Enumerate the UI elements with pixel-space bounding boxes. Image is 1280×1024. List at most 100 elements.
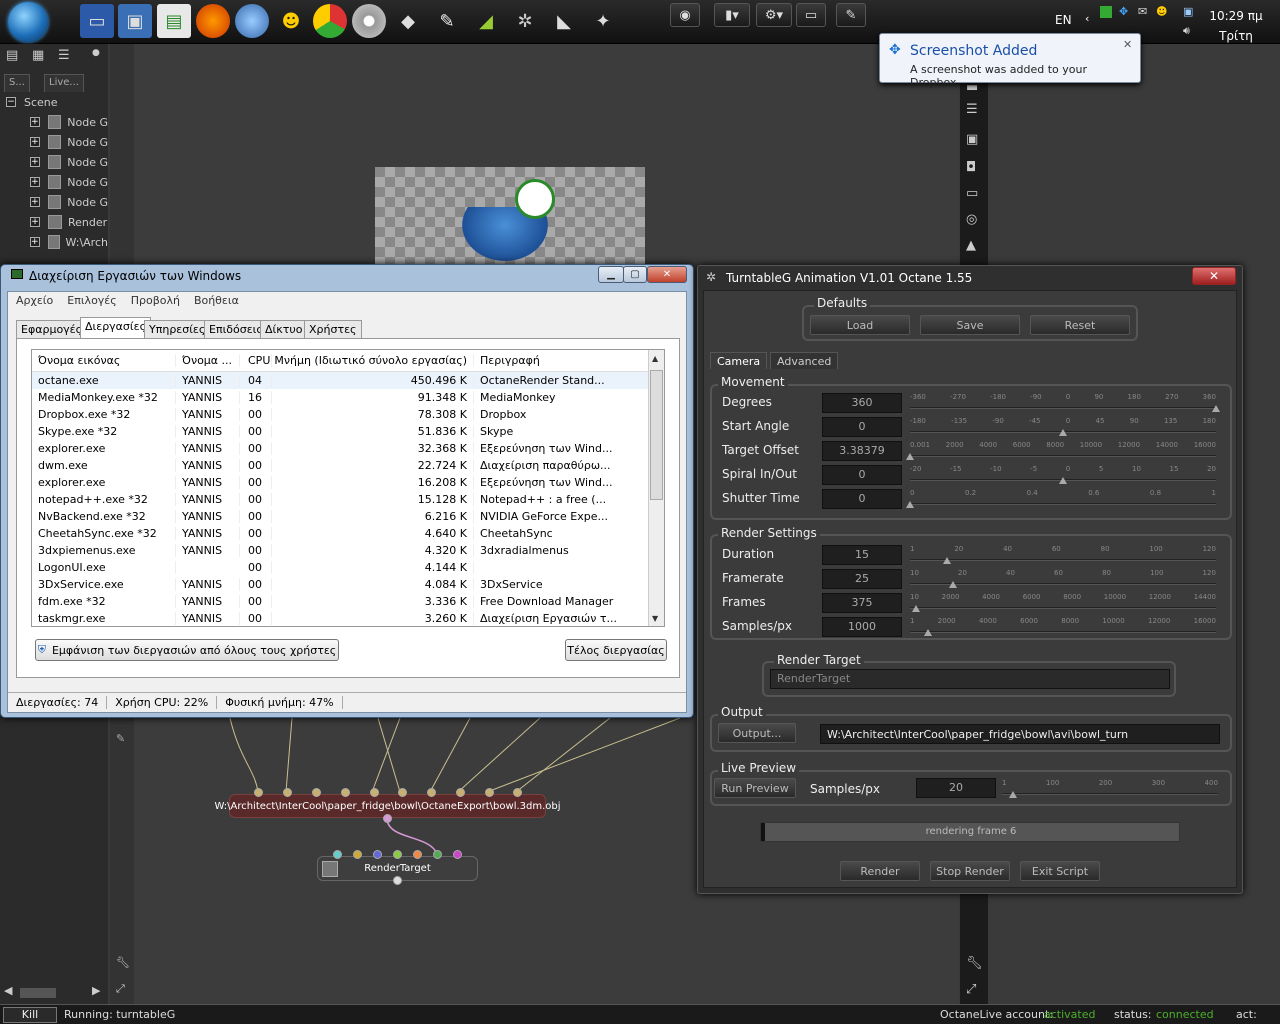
slider-track[interactable]	[1002, 793, 1218, 795]
movement-value-input[interactable]: 0	[822, 417, 902, 437]
close-button[interactable]: ✕	[647, 266, 687, 283]
table-row[interactable]: octane.exe YANNIS 04 450.496 K OctaneRender …	[32, 372, 664, 389]
tab-advanced[interactable]: Advanced	[770, 352, 839, 369]
menu-item[interactable]: Επιλογές	[67, 294, 116, 308]
table-row[interactable]: 3DxService.exe YANNIS 00 4.084 K 3DxService	[32, 576, 664, 593]
scroll-up-icon[interactable]: ▲	[652, 354, 658, 363]
table-row[interactable]: CheetahSync.exe *32 YANNIS 00 4.640 K Cheeta…	[32, 525, 664, 542]
toolbar-icon-b[interactable]: ☰	[966, 102, 982, 117]
render-target-select[interactable]: RenderTarget	[770, 669, 1170, 689]
input-pin[interactable]	[373, 850, 382, 859]
movement-value-input[interactable]: 360	[822, 393, 902, 413]
movement-value-input[interactable]: 0	[822, 465, 902, 485]
wrench-right-icon[interactable]: 🔧︎	[966, 956, 983, 971]
table-row[interactable]: taskmgr.exe YANNIS 00 3.260 K Διαχείριση Εργ…	[32, 610, 664, 626]
render_settings-value-input[interactable]: 15	[822, 545, 902, 565]
movement-slider[interactable]: 0.001 2000 4000 6000 8000 10000 12000 14000 1600…	[906, 441, 1216, 463]
tab-1[interactable]: Διεργασίες	[80, 317, 152, 339]
input-pin[interactable]	[453, 850, 462, 859]
image-icon[interactable]: ▣	[966, 132, 982, 147]
input-pin[interactable]	[341, 788, 350, 797]
tab-5[interactable]: Χρήστες	[304, 320, 362, 338]
table-row[interactable]: LogonUI.exe 00 4.144 K	[32, 559, 664, 576]
table-row[interactable]: notepad++.exe *32 YANNIS 00 15.128 K Notepad…	[32, 491, 664, 508]
dropbox-notification[interactable]: ✥ Screenshot Added A screenshot was adde…	[879, 33, 1141, 89]
table-row[interactable]: MediaMonkey.exe *32 YANNIS 16 91.348 K Media…	[32, 389, 664, 406]
slider-thumb[interactable]	[1008, 791, 1017, 798]
fullscreen-icon[interactable]: ⤢	[966, 982, 982, 997]
scroll-thumb[interactable]	[650, 370, 663, 500]
end-process-button[interactable]: Τέλος διεργασίας	[565, 639, 667, 661]
table-row[interactable]: explorer.exe YANNIS 00 16.208 K Εξερεύνηση τ…	[32, 474, 664, 491]
table-row[interactable]: NvBackend.exe *32 YANNIS 00 6.216 K NVIDIA G…	[32, 508, 664, 525]
menu-item[interactable]: Αρχείο	[16, 294, 53, 308]
input-pin[interactable]	[513, 788, 522, 797]
show-all-users-button[interactable]: ⛨ Εμφάνιση των διεργασιών από όλους τους…	[35, 639, 339, 661]
input-pin[interactable]	[254, 788, 263, 797]
slider-thumb[interactable]	[1059, 477, 1067, 484]
movement-slider[interactable]: -180 -135 -90 -45 0 45 90 135 180	[910, 417, 1216, 439]
table-row[interactable]: Dropbox.exe *32 YANNIS 00 78.308 K Dropbox	[32, 406, 664, 423]
notification-close-icon[interactable]: ✕	[1123, 38, 1132, 51]
menu-item[interactable]: Προβολή	[131, 294, 180, 308]
save-button[interactable]: Save	[920, 315, 1020, 335]
slider-track[interactable]	[910, 455, 1216, 457]
slider-thumb[interactable]	[906, 501, 914, 508]
exit-script-button[interactable]: Exit Script	[1020, 861, 1100, 881]
input-pin[interactable]	[413, 850, 422, 859]
tab-2[interactable]: Υπηρεσίες	[144, 320, 211, 338]
render_settings-value-input[interactable]: 1000	[822, 617, 902, 637]
render_settings-slider[interactable]: 10 2000 4000 6000 8000 10000 12000 14400	[910, 593, 1216, 615]
task-manager-window[interactable]: Διαχείριση Εργασιών των Windows ▁ ▢ ✕ Αρ…	[0, 264, 694, 718]
movement-slider[interactable]: -20 -15 -10 -5 0 5 10 15 20	[910, 465, 1216, 487]
slider-track[interactable]	[910, 631, 1216, 633]
maximize-button[interactable]: ▢	[623, 266, 647, 283]
load-button[interactable]: Load	[810, 315, 910, 335]
input-pin[interactable]	[427, 788, 436, 797]
slider-track[interactable]	[910, 559, 1216, 561]
lp-samples-slider[interactable]: 1 100 200 300 400	[1002, 779, 1218, 801]
slider-thumb[interactable]	[924, 629, 933, 636]
tab-0[interactable]: Εφαρμογές	[16, 320, 88, 338]
tab-camera[interactable]: Camera	[710, 352, 768, 369]
output-path-field[interactable]: W:\Architect\InterCool\paper_fridge\bowl…	[820, 724, 1220, 744]
run-preview-button[interactable]: Run Preview	[714, 778, 796, 798]
input-pin[interactable]	[433, 850, 442, 859]
output-button[interactable]: Output...	[718, 723, 796, 743]
scroll-down-icon[interactable]: ▼	[652, 614, 658, 623]
slider-thumb[interactable]	[912, 605, 921, 612]
movement-value-input[interactable]: 0	[822, 489, 902, 509]
column-header[interactable]: CPU	[240, 354, 272, 367]
camera-icon[interactable]: ◘	[966, 160, 982, 175]
vertical-scrollbar[interactable]: ▲ ▼	[648, 350, 664, 626]
table-row[interactable]: fdm.exe *32 YANNIS 00 3.336 K Free Download …	[32, 593, 664, 610]
render_settings-slider[interactable]: 1 20 40 60 80 100 120	[910, 545, 1216, 567]
output-pin[interactable]	[383, 814, 392, 823]
movement-value-input[interactable]: 3.38379	[822, 441, 902, 461]
input-pin[interactable]	[393, 850, 402, 859]
tab-4[interactable]: Δίκτυο	[260, 320, 308, 338]
tab-3[interactable]: Επιδόσεις	[204, 320, 268, 338]
turntable-window[interactable]: ✲ TurntableG Animation V1.01 Octane 1.55…	[697, 265, 1243, 894]
slider-thumb[interactable]	[942, 557, 951, 564]
table-row[interactable]: dwm.exe YANNIS 00 22.724 K Διαχείριση παραθύ…	[32, 457, 664, 474]
kill-button[interactable]: Kill	[3, 1007, 57, 1023]
display-icon[interactable]: ▭	[966, 186, 982, 201]
slider-track[interactable]	[910, 503, 1216, 505]
stop-render-button[interactable]: Stop Render	[930, 861, 1010, 881]
render_settings-value-input[interactable]: 375	[822, 593, 902, 613]
reset-button[interactable]: Reset	[1030, 315, 1130, 335]
table-row[interactable]: explorer.exe YANNIS 00 32.368 K Εξερεύνηση τ…	[32, 440, 664, 457]
slider-thumb[interactable]	[948, 581, 957, 588]
render_settings-slider[interactable]: 10 20 40 60 80 100 120	[910, 569, 1216, 591]
render-button[interactable]: Render	[840, 861, 920, 881]
lp-samples-input[interactable]: 20	[916, 778, 996, 798]
table-row[interactable]: Skype.exe *32 YANNIS 00 51.836 K Skype	[32, 423, 664, 440]
slider-thumb[interactable]	[1059, 429, 1067, 436]
landscape-icon[interactable]: ▲	[966, 238, 982, 253]
slider-track[interactable]	[910, 607, 1216, 609]
table-row[interactable]: 3dxpiemenus.exe YANNIS 00 4.320 K 3dxradialm…	[32, 542, 664, 559]
render_settings-value-input[interactable]: 25	[822, 569, 902, 589]
input-pin[interactable]	[312, 788, 321, 797]
slider-thumb[interactable]	[906, 453, 914, 460]
